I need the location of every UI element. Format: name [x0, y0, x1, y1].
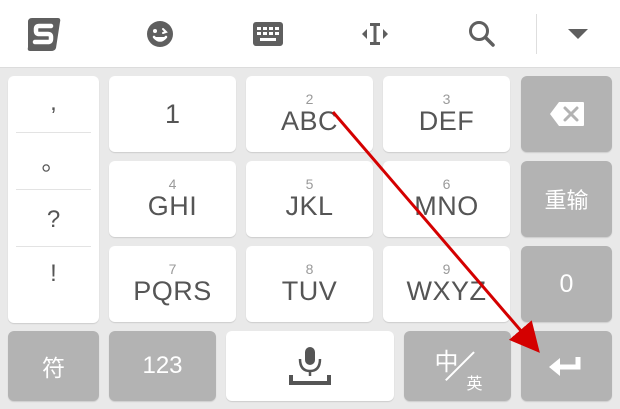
enter-icon — [548, 357, 580, 376]
key-letters: GHI — [147, 191, 198, 221]
reenter-button[interactable]: 重输 — [521, 161, 612, 237]
backspace-icon — [549, 102, 584, 126]
collapse-icon[interactable] — [548, 0, 608, 68]
key-letters: JKL — [285, 191, 334, 221]
key-8-tuv[interactable]: 8 TUV — [246, 246, 373, 322]
key-number: 2 — [305, 91, 314, 107]
search-icon[interactable] — [452, 0, 512, 68]
punct-question[interactable]: ? — [8, 193, 99, 246]
language-toggle-content: 中 英 — [423, 338, 493, 394]
key-1[interactable]: 1 — [109, 76, 236, 152]
space-voice-button[interactable] — [226, 331, 394, 401]
key-number: 6 — [442, 176, 451, 192]
numbers-button[interactable]: 123 — [109, 331, 216, 401]
language-toggle-button[interactable]: 中 英 — [404, 331, 511, 401]
symbols-button[interactable]: 符 — [8, 331, 99, 401]
symbols-label: 符 — [42, 355, 65, 381]
key-letters: MNO — [414, 191, 479, 221]
cursor-icon[interactable] — [345, 0, 405, 68]
key-label: 0 — [559, 269, 574, 298]
punctuation-list[interactable]: , 。 ? ! — [8, 76, 99, 323]
key-3-def[interactable]: 3 DEF — [383, 76, 510, 152]
keyboard-icon[interactable] — [238, 0, 298, 68]
numbers-label: 123 — [142, 352, 183, 379]
key-9-wxyz[interactable]: 9 WXYZ — [383, 246, 510, 322]
key-2-abc[interactable]: 2 ABC — [246, 76, 373, 152]
key-7-pqrs[interactable]: 7 PQRS — [109, 246, 236, 322]
key-letters: PQRS — [133, 276, 212, 306]
key-number: 3 — [442, 91, 451, 107]
lang-sub-label: 英 — [466, 376, 483, 393]
toolbar-divider — [536, 14, 537, 54]
key-letters: TUV — [281, 276, 338, 306]
punct-exclaim[interactable]: ! — [8, 247, 99, 300]
key-6-mno[interactable]: 6 MNO — [383, 161, 510, 237]
key-label: 1 — [164, 98, 181, 129]
key-4-ghi[interactable]: 4 GHI — [109, 161, 236, 237]
keyboard: , 。 ? ! 1 2 ABC 3 DEF 4 GHI 5 JKL 6 MNO … — [0, 68, 620, 409]
key-0[interactable]: 0 — [521, 246, 612, 322]
emoji-icon[interactable] — [130, 0, 190, 68]
punct-comma[interactable]: , — [8, 76, 99, 129]
key-letters: WXYZ — [406, 276, 487, 306]
enter-button[interactable] — [521, 331, 612, 401]
key-letters: ABC — [280, 106, 339, 136]
key-number: 4 — [168, 176, 177, 192]
sogou-logo-icon[interactable] — [14, 0, 74, 68]
key-number: 9 — [442, 261, 451, 277]
key-letters: DEF — [418, 106, 475, 136]
punct-divider — [16, 189, 91, 190]
toolbar — [0, 0, 620, 68]
microphone-icon — [289, 347, 331, 385]
key-5-jkl[interactable]: 5 JKL — [246, 161, 373, 237]
punct-period[interactable]: 。 — [8, 133, 99, 186]
key-number: 5 — [305, 176, 314, 192]
key-number: 8 — [305, 261, 314, 277]
key-number: 7 — [168, 261, 177, 277]
reenter-label: 重输 — [544, 188, 589, 213]
backspace-button[interactable] — [521, 76, 612, 152]
